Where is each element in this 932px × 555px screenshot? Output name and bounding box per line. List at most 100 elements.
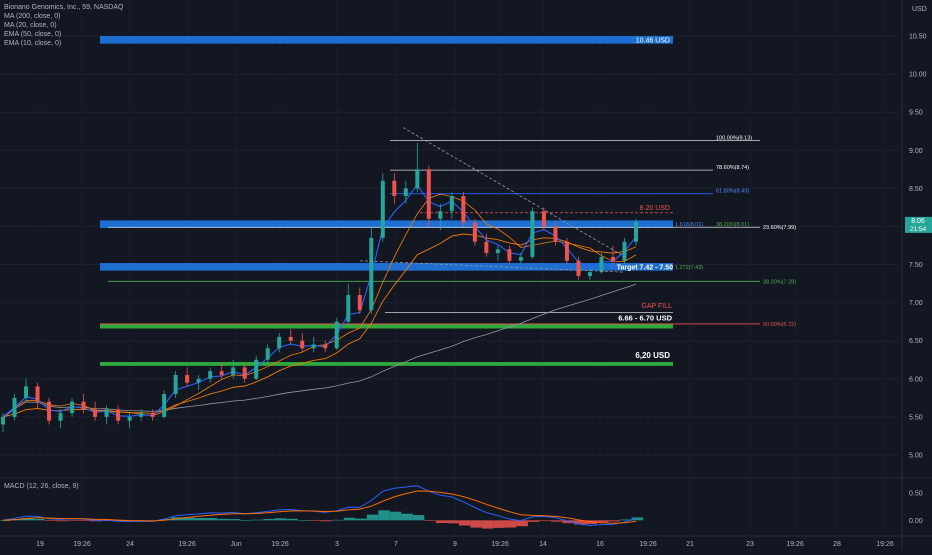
last-price-label: 8.06 xyxy=(911,218,925,225)
candle-body xyxy=(346,295,351,322)
label-fib-236: 23.60%(7.99) xyxy=(763,225,796,231)
y-tick-label: 7.50 xyxy=(909,262,923,269)
macd-hist-bar xyxy=(79,520,91,521)
candle-body xyxy=(495,249,500,254)
x-tick-label: 23 xyxy=(746,541,754,548)
label-666: 6.66 - 6.70 USD xyxy=(618,314,672,323)
candle-body xyxy=(634,221,638,242)
macd-hist-bar xyxy=(493,520,505,528)
legend-ma20: MA (20, close, 0) xyxy=(4,22,57,29)
y-tick-label: 7.00 xyxy=(909,300,923,307)
x-tick-label: 3 xyxy=(335,541,339,548)
label-gap-fill: GAP FILL xyxy=(641,303,672,310)
label-fib-786: 78.60%(8.74) xyxy=(716,165,749,171)
x-tick-label: 14 xyxy=(539,541,547,548)
candle-body xyxy=(415,169,420,189)
chart-legend: Bionano Genomics, Inc., 59, NASDAQ MA (2… xyxy=(4,3,123,48)
macd-hist-bar xyxy=(378,510,390,521)
legend-ema10: EMA (10, close, 0) xyxy=(4,40,62,47)
x-tick-label: 28 xyxy=(833,541,841,548)
macd-hist-bar xyxy=(44,520,57,521)
label-fib-1618: 1.618(8.01) xyxy=(675,222,703,228)
label-820: 8.20 USD xyxy=(640,205,670,212)
y-tick-label: 10.50 xyxy=(909,34,927,41)
candle-body xyxy=(81,401,86,410)
zone-1046 xyxy=(100,36,673,44)
label-fib-50: 50.00%(6.72) xyxy=(763,322,796,328)
macd-hist-bar xyxy=(481,520,494,529)
candle-body xyxy=(35,386,40,402)
macd-hist-bar xyxy=(596,520,609,523)
macd-hist-bar xyxy=(320,520,333,522)
candle-body xyxy=(461,195,466,223)
x-tick-label: 19 xyxy=(36,541,44,548)
zone-620 xyxy=(100,362,673,366)
macd-hist-bar xyxy=(332,519,344,521)
candle-body xyxy=(173,374,178,395)
candle-body xyxy=(139,413,144,417)
macd-hist-bar xyxy=(297,520,310,521)
chart-stage: 10.46 USD 100.00%(9.13) 78.60%(8.74) 61.80%… xyxy=(0,0,932,550)
macd-hist-bar xyxy=(527,520,540,522)
currency-label: USD xyxy=(912,6,927,13)
candle-body xyxy=(231,367,236,375)
candle-body xyxy=(518,256,523,261)
candle-body xyxy=(300,340,305,349)
macd-hist-bar xyxy=(251,519,264,521)
label-fib-100: 100.00%(9.13) xyxy=(716,135,752,141)
macd-hist-bar xyxy=(263,518,275,521)
candle-body xyxy=(392,180,397,196)
macd-hist-bar xyxy=(240,520,252,521)
candle-body xyxy=(116,409,121,421)
macd-tick-label: 0.00 xyxy=(909,518,923,525)
candle-body xyxy=(334,321,339,349)
candle-body xyxy=(12,397,17,417)
macd-hist-bar xyxy=(504,520,517,528)
macd-hist-bar xyxy=(228,519,241,521)
candle-body xyxy=(357,295,362,311)
candle-body xyxy=(472,222,477,242)
macd-hist-bar xyxy=(309,520,321,521)
macd-hist-bar xyxy=(424,520,436,521)
label-620: 6,20 USD xyxy=(635,351,670,360)
y-tick-label: 9.50 xyxy=(909,110,923,117)
candle-body xyxy=(162,394,167,417)
legend-ema50: EMA (50, close, 0) xyxy=(4,31,62,38)
macd-hist-bar xyxy=(355,518,367,521)
label-fib-382b: 38.20%(7.28) xyxy=(763,279,796,285)
macd-hist-bar xyxy=(435,520,448,524)
macd-hist-bar xyxy=(389,511,402,521)
y-tick-label: 6.00 xyxy=(909,376,923,383)
candle-body xyxy=(93,409,98,417)
candle-body xyxy=(622,241,627,261)
countdown-label: 21:54 xyxy=(910,226,927,233)
label-target: Target 7.42 - 7.50 xyxy=(617,264,673,271)
y-tick-label: 10.00 xyxy=(909,72,927,79)
macd-hist-bar xyxy=(412,515,425,521)
macd-hist-bar xyxy=(217,518,229,521)
candle-body xyxy=(288,336,293,341)
macd-hist-bar xyxy=(194,517,206,521)
label-fib-382a: 38.20%(8.01) xyxy=(716,222,749,228)
x-tick-label: 9 xyxy=(453,541,457,548)
zone-target xyxy=(100,263,673,271)
candle-body xyxy=(104,409,109,417)
x-tick-label: 19:26 xyxy=(178,541,196,548)
macd-legend: MACD (12, 26, close, 9) xyxy=(4,483,79,490)
candle-body xyxy=(553,226,558,242)
y-tick-label: 5.50 xyxy=(909,414,923,421)
macd-hist-bar xyxy=(274,518,287,521)
candle-body xyxy=(277,336,282,349)
price-chart[interactable]: 10.46 USD 100.00%(9.13) 78.60%(8.74) 61.80%… xyxy=(0,0,932,550)
candle-body xyxy=(254,359,259,379)
candle-body xyxy=(24,386,29,398)
candle-body xyxy=(587,272,592,276)
candle-body xyxy=(530,211,535,257)
zone-666 xyxy=(100,323,673,329)
candle-body xyxy=(449,195,454,212)
candle-body xyxy=(70,401,75,414)
candle-body xyxy=(484,241,489,254)
x-tick-label: 19:26 xyxy=(491,541,509,548)
label-fib-1272: 1.272(7.43) xyxy=(675,265,703,271)
macd-hist-bar xyxy=(516,520,528,527)
